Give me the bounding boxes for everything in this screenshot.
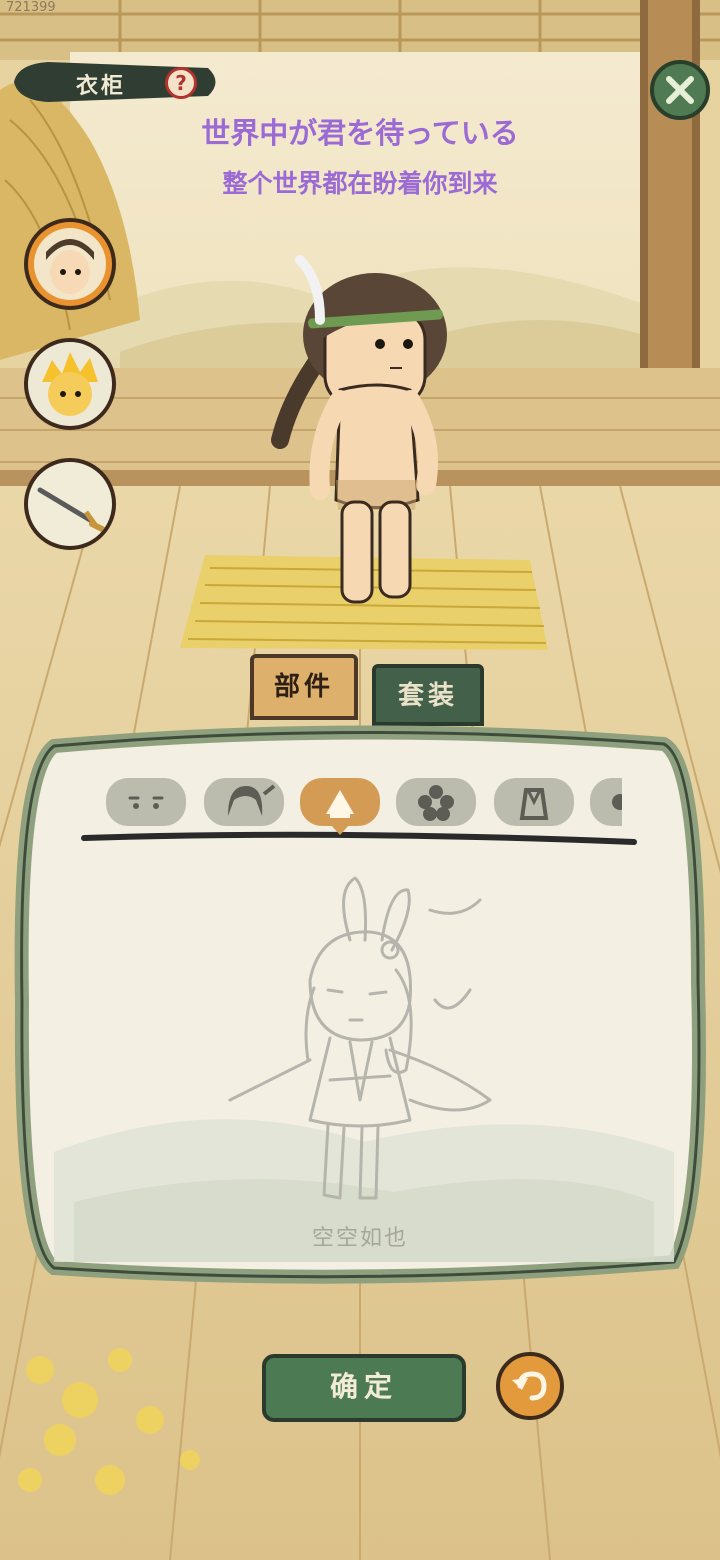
player-character (271, 255, 447, 604)
tab-sets[interactable]: 套装 (372, 664, 484, 726)
close-icon (666, 76, 694, 104)
category-hair[interactable] (204, 778, 284, 826)
build-id-label: 721399 (6, 0, 56, 15)
category-clothes[interactable] (300, 778, 380, 826)
game-scene: 721399 衣柜 ? 世界中が君を待っている 整个世界都在盼着你到来 部件 套… (0, 0, 720, 1560)
caption-chinese: 整个世界都在盼着你到来 (222, 169, 498, 198)
empty-outfit-sketch (228, 876, 492, 1200)
selected-pointer (330, 824, 350, 835)
category-flower-ornament[interactable] (396, 778, 476, 826)
tab-parts[interactable]: 部件 (250, 654, 358, 720)
more-icon (612, 794, 628, 810)
hero-portrait-icon (34, 228, 106, 300)
undo-icon (512, 1371, 547, 1401)
clothes-icon (326, 790, 354, 818)
caption-japanese: 世界中が君を待っている (201, 116, 519, 150)
side-slot-weapon-sword[interactable] (24, 458, 116, 550)
flower-ornament-icon (418, 785, 454, 821)
help-icon[interactable]: ? (165, 67, 197, 99)
sword-icon (37, 487, 107, 533)
hair-icon (228, 784, 276, 816)
robe-icon (519, 788, 549, 820)
category-robe[interactable] (494, 778, 574, 826)
companion-portrait-icon (42, 352, 98, 416)
category-face[interactable] (106, 778, 186, 826)
undo-button[interactable] (496, 1352, 564, 1420)
empty-state-label: 空空如也 (311, 1226, 408, 1251)
face-icon (128, 796, 164, 809)
confirm-button[interactable]: 确定 (262, 1354, 466, 1422)
category-more[interactable] (590, 778, 628, 826)
side-slot-hero-portrait[interactable] (24, 218, 116, 310)
page-title: 衣柜 (75, 73, 126, 99)
side-slot-companion-portrait[interactable] (24, 338, 116, 430)
